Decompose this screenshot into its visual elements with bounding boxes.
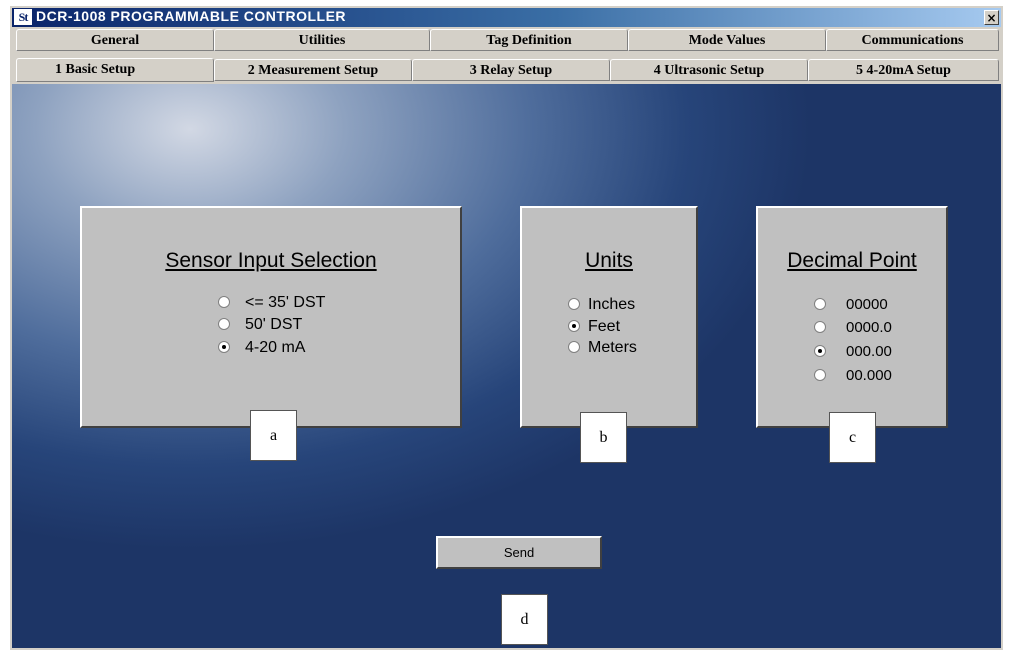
tab-utilities[interactable]: Utilities [214, 29, 430, 51]
tab-communications[interactable]: Communications [826, 29, 999, 51]
radio-label: 4-20 mA [245, 339, 306, 356]
units-option-feet[interactable]: Feet [568, 317, 688, 339]
sensor-input-panel: Sensor Input Selection <= 35' DST 50' DS… [80, 206, 462, 428]
decimal-option-00-000[interactable]: 00.000 [814, 366, 934, 388]
decimal-point-title: Decimal Point [787, 249, 917, 272]
callout-b: b [580, 412, 627, 463]
radio-button[interactable] [568, 298, 580, 310]
tab-measurement-setup[interactable]: 2 Measurement Setup [214, 59, 412, 81]
close-button[interactable]: × [984, 10, 999, 25]
send-button[interactable]: Send [436, 536, 602, 569]
tab-relay-setup[interactable]: 3 Relay Setup [412, 59, 610, 81]
radio-button-selected[interactable] [218, 341, 230, 353]
decimal-option-000-00[interactable]: 000.00 [814, 342, 934, 364]
radio-label: 50' DST [245, 316, 303, 333]
radio-button[interactable] [814, 369, 826, 381]
tab-4-20ma-setup[interactable]: 5 4-20mA Setup [808, 59, 999, 81]
tab-ultrasonic-setup[interactable]: 4 Ultrasonic Setup [610, 59, 808, 81]
radio-button[interactable] [218, 296, 230, 308]
sensor-option-4-20ma[interactable]: 4-20 mA [218, 338, 398, 360]
decimal-point-panel: Decimal Point 00000 0000.0 000.00 00.000 [756, 206, 948, 428]
callout-c: c [829, 412, 876, 463]
radio-label: 000.00 [846, 343, 892, 360]
units-option-meters[interactable]: Meters [568, 338, 688, 360]
tab-mode-values[interactable]: Mode Values [628, 29, 826, 51]
tab-basic-setup[interactable]: 1 Basic Setup [16, 58, 214, 82]
tab-tag-definition[interactable]: Tag Definition [430, 29, 628, 51]
sensor-input-title: Sensor Input Selection [165, 249, 377, 272]
radio-button[interactable] [218, 318, 230, 330]
radio-button-selected[interactable] [568, 320, 580, 332]
title-bar: St DCR-1008 PROGRAMMABLE CONTROLLER × [12, 8, 1001, 27]
radio-label: Feet [588, 318, 621, 335]
radio-label: 0000.0 [846, 319, 892, 336]
sensor-option-35-dst[interactable]: <= 35' DST [218, 293, 398, 315]
decimal-option-0000-0[interactable]: 0000.0 [814, 318, 934, 340]
radio-button[interactable] [814, 298, 826, 310]
sensor-option-50-dst[interactable]: 50' DST [218, 315, 398, 337]
radio-label: Inches [588, 296, 636, 313]
units-title: Units [585, 249, 633, 272]
units-panel: Units Inches Feet Meters [520, 206, 698, 428]
radio-label: Meters [588, 339, 637, 356]
radio-label: 00.000 [846, 367, 892, 384]
tab-row-bottom: 1 Basic Setup 2 Measurement Setup 3 Rela… [12, 58, 1001, 82]
radio-button[interactable] [568, 341, 580, 353]
callout-d: d [501, 594, 548, 645]
basic-setup-page: Sensor Input Selection <= 35' DST 50' DS… [12, 84, 1001, 648]
radio-button-selected[interactable] [814, 345, 826, 357]
tab-general[interactable]: General [16, 29, 214, 51]
app-logo-icon: St [14, 9, 32, 25]
tab-row-top: General Utilities Tag Definition Mode Va… [12, 29, 1001, 52]
radio-button[interactable] [814, 321, 826, 333]
decimal-option-00000[interactable]: 00000 [814, 295, 934, 317]
radio-label: <= 35' DST [245, 294, 326, 311]
radio-label: 00000 [846, 296, 888, 313]
controller-window: St DCR-1008 PROGRAMMABLE CONTROLLER × Ge… [8, 4, 1003, 650]
window-title: DCR-1008 PROGRAMMABLE CONTROLLER [36, 8, 347, 24]
callout-a: a [250, 410, 297, 461]
units-option-inches[interactable]: Inches [568, 295, 688, 317]
